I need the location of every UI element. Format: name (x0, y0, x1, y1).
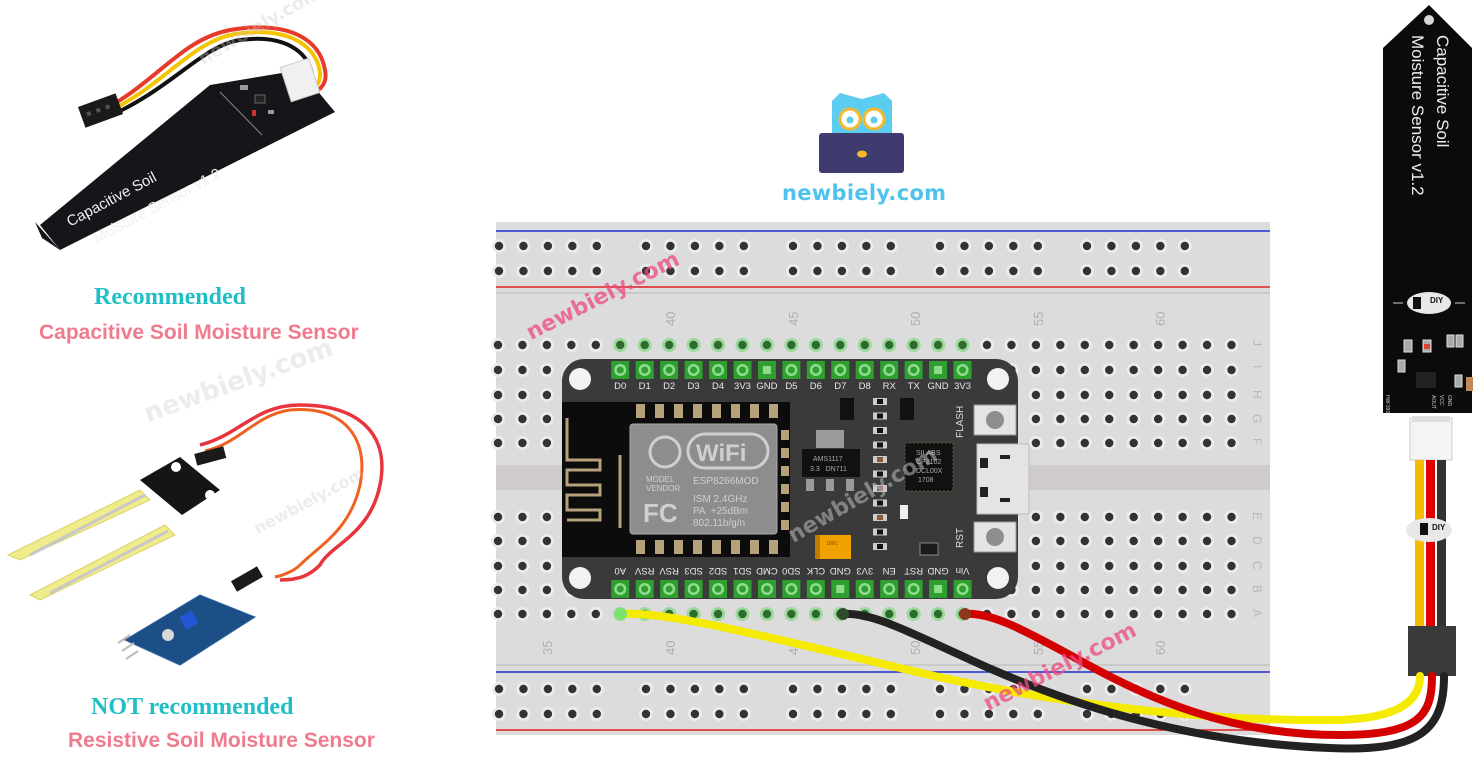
wire-ground (839, 609, 1448, 753)
wire-end-vin (959, 608, 971, 620)
wire-end-a0 (615, 608, 627, 620)
wire-end-gnd (837, 608, 849, 620)
wiring (615, 608, 1448, 753)
